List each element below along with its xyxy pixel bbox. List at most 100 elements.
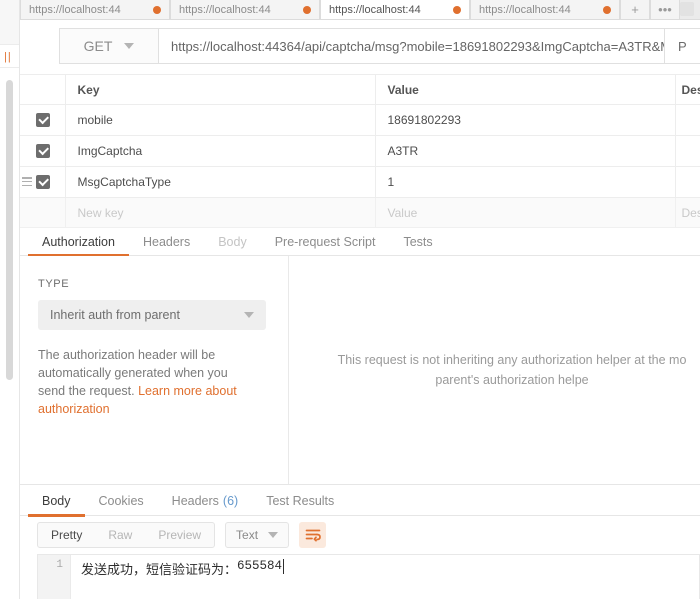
drag-handle-icon[interactable] [22,177,32,186]
response-body-message: 发送成功，短信验证码为： [81,562,238,577]
new-param-row: New key Value Descr [20,197,700,228]
row-description[interactable] [675,166,700,198]
new-description-input[interactable]: Descr [675,197,700,228]
tab-options-button[interactable]: ••• [650,0,680,19]
tab-label: Body [218,235,247,249]
query-params-table: Key Value Descrip mobile 18691802293 [20,74,700,228]
word-wrap-icon [305,529,321,542]
http-method-dropdown[interactable]: GET [59,28,159,64]
row-value[interactable]: 18691802293 [375,104,676,136]
content-type-value: Text [236,528,259,542]
chevron-down-icon [244,312,254,318]
auth-inherit-note: This request is not inheriting any autho… [337,353,687,387]
unsaved-dot-icon [153,5,161,14]
tab-tests[interactable]: Tests [389,228,446,256]
response-tabs: Body Cookies Headers (6) Test Results [20,485,700,517]
response-tab-body[interactable]: Body [28,485,85,517]
tab-label: Authorization [42,235,115,249]
unsaved-dot-icon [603,5,611,14]
response-tab-test-results[interactable]: Test Results [252,485,348,516]
format-preview-button[interactable]: Preview [145,523,214,547]
new-key-input[interactable]: New key [65,197,376,228]
table-header-row: Key Value Descrip [20,74,700,105]
row-checkbox[interactable] [36,175,50,189]
tab-pre-request-script[interactable]: Pre-request Script [261,228,390,256]
request-tab-3-active[interactable]: https://localhost:44 [320,0,470,19]
new-tab-button[interactable]: + [620,0,650,19]
tab-strip-right-control[interactable] [680,2,694,16]
authorization-pane: TYPE Inherit auth from parent The author… [20,256,700,484]
tab-body[interactable]: Body [204,228,261,256]
format-pretty-button[interactable]: Pretty [38,523,95,547]
tab-label: Body [42,493,71,508]
rail-segment-top [0,0,19,45]
request-url-bar: GET https://localhost:44364/api/captcha/… [20,20,700,74]
content-type-dropdown[interactable]: Text [225,522,290,548]
request-tab-1[interactable]: https://localhost:44 [20,0,170,19]
chevron-down-icon [124,43,135,49]
new-row-checkbox-cell [20,197,66,228]
unsaved-dot-icon [303,5,311,14]
sidebar-scrollbar[interactable] [6,80,13,380]
left-rail: || [0,0,20,599]
row-checkbox[interactable] [36,144,50,158]
response-format-toolbar: Pretty Raw Preview Text [20,516,700,554]
authorization-info-panel: This request is not inheriting any autho… [290,256,700,484]
row-checkbox[interactable] [36,113,50,127]
table-row: ImgCaptcha A3TR [20,135,700,167]
line-number-gutter: 1 [38,555,71,599]
url-input[interactable]: https://localhost:44364/api/captcha/msg?… [159,28,665,64]
request-tab-label: https://localhost:44 [479,3,571,16]
row-description[interactable] [675,104,700,136]
tab-label: Headers [171,493,219,508]
response-body-viewer: 1 发送成功，短信验证码为： 655584 [37,554,700,599]
request-tab-4[interactable]: https://localhost:44 [470,0,620,19]
rail-accent-marker: || [4,51,12,63]
request-section-tabs: Authorization Headers Body Pre-request S… [20,228,700,257]
text-cursor [283,559,285,574]
postman-window: || https://localhost:44 https://localhos… [0,0,700,599]
response-tab-headers[interactable]: Headers (6) [158,485,253,516]
auth-type-value: Inherit auth from parent [50,308,180,322]
row-checkbox-cell [20,166,66,198]
tab-label: Tests [403,235,433,249]
send-button-label: P [678,38,687,54]
tab-label: Test Results [266,493,335,508]
row-key[interactable]: ImgCaptcha [65,135,376,167]
auth-type-label: TYPE [38,278,70,290]
send-button[interactable]: P [665,28,700,64]
row-value[interactable]: 1 [375,166,676,198]
row-value[interactable]: A3TR [375,135,676,167]
chevron-down-icon [268,532,279,538]
tab-label: Headers [142,235,191,249]
format-raw-button[interactable]: Raw [95,523,145,547]
tab-label: Cookies [98,493,144,508]
request-tab-label: https://localhost:44 [29,3,121,16]
headers-count-badge: (6) [222,493,239,508]
response-tab-cookies[interactable]: Cookies [85,485,158,516]
header-checkbox-col [20,74,66,105]
request-url-row: GET https://localhost:44364/api/captcha/… [59,28,700,64]
auth-description: The authorization header will be automat… [38,346,256,418]
header-key: Key [65,74,376,105]
row-description[interactable] [675,135,700,167]
request-tab-2[interactable]: https://localhost:44 [170,0,320,19]
word-wrap-toggle[interactable] [299,522,327,548]
auth-type-dropdown[interactable]: Inherit auth from parent [38,300,266,330]
format-mode-group: Pretty Raw Preview [37,522,216,548]
unsaved-dot-icon [453,5,461,14]
tab-headers[interactable]: Headers [129,228,204,256]
row-key[interactable]: MsgCaptchaType [65,166,376,198]
request-tab-label: https://localhost:44 [179,3,271,16]
tab-authorization[interactable]: Authorization [28,228,129,257]
http-method-label: GET [83,38,113,54]
response-body-code: 655584 [237,559,283,573]
tab-label: Pre-request Script [274,235,376,249]
response-body-content[interactable]: 发送成功，短信验证码为： 655584 [71,555,699,599]
request-tab-label: https://localhost:44 [329,3,421,16]
response-section: Body Cookies Headers (6) Test Results Pr… [20,484,700,599]
new-value-input[interactable]: Value [375,197,676,228]
table-row: mobile 18691802293 [20,104,700,136]
request-tab-strip: https://localhost:44 https://localhost:4… [20,0,700,20]
row-key[interactable]: mobile [65,104,376,136]
